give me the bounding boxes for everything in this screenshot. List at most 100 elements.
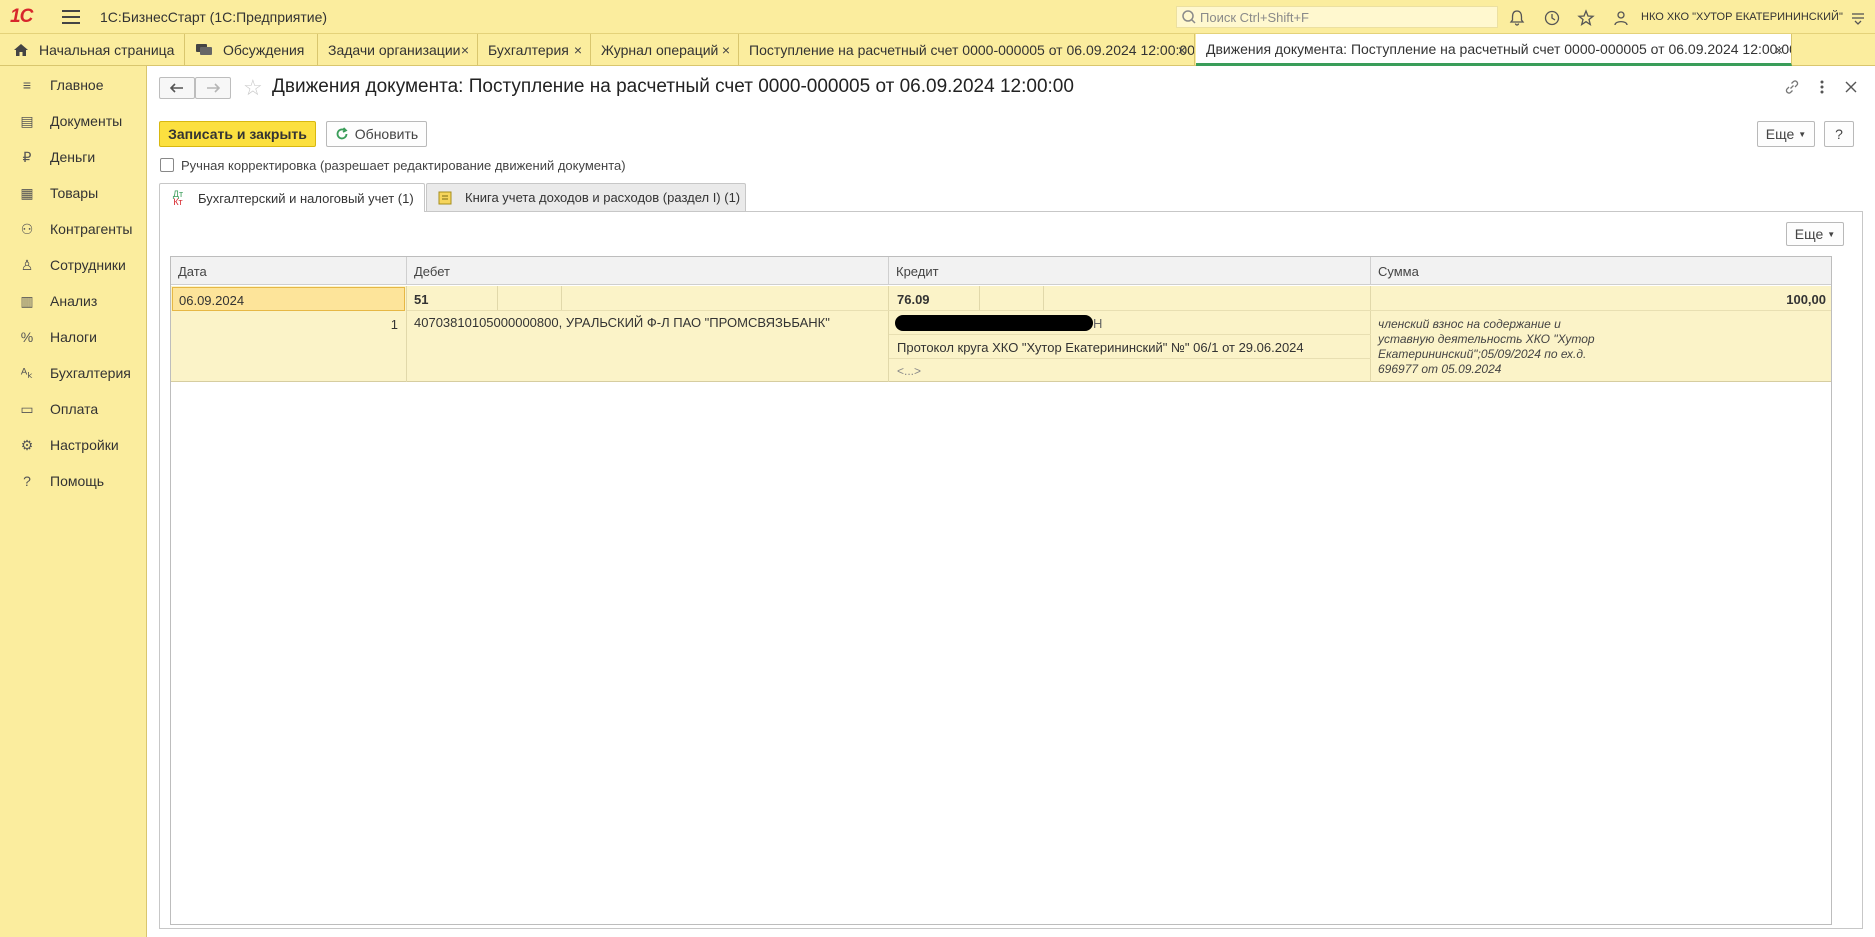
back-button[interactable] xyxy=(159,77,195,99)
forward-button[interactable] xyxy=(195,77,231,99)
organization-name[interactable]: НКО ХКО "ХУТОР ЕКАТЕРИНИНСКИЙ" xyxy=(1641,11,1843,23)
employee-icon: ♙ xyxy=(20,256,34,273)
open-tabs-bar: Начальная страница Обсуждения Задачи орг… xyxy=(0,34,1875,66)
refresh-icon xyxy=(336,127,348,140)
cell-debit-account[interactable]: 51 xyxy=(414,292,428,307)
bell-icon[interactable] xyxy=(1508,9,1526,27)
column-header-credit[interactable]: Кредит xyxy=(889,257,1371,285)
menu-lines-icon: ≡ xyxy=(22,77,32,93)
users-icon[interactable] xyxy=(1612,9,1630,27)
tab-bank-receipt[interactable]: Поступление на расчетный счет 0000-00000… xyxy=(739,34,1195,66)
manual-edit-label[interactable]: Ручная корректировка (разрешает редактир… xyxy=(181,158,626,173)
sidebar-item-goods[interactable]: ▦ Товары xyxy=(0,175,147,211)
close-icon[interactable]: × xyxy=(1178,42,1186,58)
tab-income-expense-book[interactable]: Книга учета доходов и расходов (раздел I… xyxy=(426,183,746,211)
sidebar-item-taxes[interactable]: % Налоги xyxy=(0,319,147,355)
close-icon[interactable]: × xyxy=(722,42,730,58)
home-icon xyxy=(14,44,28,56)
history-icon[interactable] xyxy=(1543,9,1561,27)
documents-icon: ▤ xyxy=(20,112,34,129)
chevron-down-icon: ▼ xyxy=(1798,129,1807,139)
tab-discussions[interactable]: Обсуждения xyxy=(185,34,318,66)
sidebar-item-money[interactable]: ₽ Деньги xyxy=(0,139,147,175)
book-icon xyxy=(438,191,452,204)
sidebar-item-analysis[interactable]: ▥ Анализ xyxy=(0,283,147,319)
column-divider xyxy=(406,286,407,382)
cell-content-note[interactable]: членский взнос на содержание и уставную … xyxy=(1378,317,1618,377)
discussions-icon xyxy=(196,44,212,55)
search-input[interactable]: Поиск Ctrl+Shift+F xyxy=(1176,6,1498,28)
favorite-star-icon[interactable]: ☆ xyxy=(243,75,263,101)
grid-more-button[interactable]: Еще ▼ xyxy=(1786,222,1844,246)
cell-credit-subconto-1[interactable]: Н xyxy=(1093,316,1102,331)
postings-table[interactable]: Дата Дебет Кредит Сумма 06.09.2024 1 51 … xyxy=(170,256,1832,925)
sidebar-item-help[interactable]: ? Помощь xyxy=(0,463,147,499)
sidebar-item-counterparties[interactable]: ⚇ Контрагенты xyxy=(0,211,147,247)
sidebar-item-label: Настройки xyxy=(50,437,119,453)
sidebar-item-employees[interactable]: ♙ Сотрудники xyxy=(0,247,147,283)
close-icon[interactable]: × xyxy=(461,42,469,58)
help-button[interactable]: ? xyxy=(1824,121,1854,147)
cell-credit-account[interactable]: 76.09 xyxy=(897,292,930,307)
tab-label: Бухгалтерия xyxy=(488,42,569,58)
arrow-right-icon xyxy=(207,83,220,93)
sidebar-item-label: Бухгалтерия xyxy=(50,365,131,381)
sections-sidebar: ≡ Главное ▤ Документы ₽ Деньги ▦ Товары ⚇ Кон… xyxy=(0,66,147,937)
favorites-star-icon[interactable] xyxy=(1577,9,1595,27)
tab-accounting[interactable]: Бухгалтерия × xyxy=(478,34,591,66)
sidebar-item-settings[interactable]: ⚙ Настройки xyxy=(0,427,147,463)
cell-row-number: 1 xyxy=(390,317,398,332)
tab-org-tasks[interactable]: Задачи организации × xyxy=(318,34,478,66)
tab-document-movements[interactable]: Движения документа: Поступление на расче… xyxy=(1196,34,1792,66)
sidebar-item-label: Документы xyxy=(50,113,123,129)
cell-sum[interactable]: 100,00 xyxy=(1471,292,1826,307)
main-menu-icon[interactable] xyxy=(62,9,80,24)
refresh-button[interactable]: Обновить xyxy=(326,121,427,147)
column-header-sum[interactable]: Сумма xyxy=(1371,257,1831,285)
column-header-date[interactable]: Дата xyxy=(171,257,407,285)
tab-operations-journal[interactable]: Журнал операций × xyxy=(591,34,739,66)
subtab-label: Книга учета доходов и расходов (раздел I… xyxy=(465,190,741,205)
close-icon[interactable]: × xyxy=(1775,42,1783,58)
tab-home[interactable]: Начальная страница xyxy=(0,34,185,66)
more-label: Еще xyxy=(1794,226,1824,242)
column-divider xyxy=(561,286,562,310)
link-icon[interactable] xyxy=(1783,78,1801,96)
sidebar-item-payment[interactable]: ▭ Оплата xyxy=(0,391,147,427)
cell-credit-subconto-3[interactable]: <...> xyxy=(897,364,921,378)
tab-accounting-tax[interactable]: Дт Кт Бухгалтерский и налоговый учет (1) xyxy=(159,183,425,212)
sidebar-item-label: Товары xyxy=(50,185,99,201)
refresh-label: Обновить xyxy=(354,126,419,142)
document-form: ☆ Движения документа: Поступление на рас… xyxy=(148,66,1875,937)
tab-label: Начальная страница xyxy=(39,42,175,58)
more-vertical-icon[interactable] xyxy=(1817,78,1827,96)
save-and-close-button[interactable]: Записать и закрыть xyxy=(159,121,316,147)
column-header-debit[interactable]: Дебет xyxy=(407,257,889,285)
debit-credit-icon: ᴬₖ xyxy=(20,364,34,381)
settings-menu-icon[interactable] xyxy=(1849,9,1867,27)
payment-card-icon: ▭ xyxy=(20,400,34,417)
sidebar-item-documents[interactable]: ▤ Документы xyxy=(0,103,147,139)
sidebar-item-accounting[interactable]: ᴬₖ Бухгалтерия xyxy=(0,355,147,391)
analysis-chart-icon: ▥ xyxy=(20,292,34,309)
cell-credit-subconto-2[interactable]: Протокол круга ХКО "Хутор Екатерининский… xyxy=(897,340,1304,355)
close-icon[interactable]: × xyxy=(574,42,582,58)
percent-icon: % xyxy=(20,329,34,345)
sidebar-item-label: Оплата xyxy=(50,401,99,417)
search-icon xyxy=(1182,10,1196,24)
tab-label: Обсуждения xyxy=(223,42,305,58)
cell-debit-subconto-1[interactable]: 40703810105000000800, УРАЛЬСКИЙ Ф-Л ПАО … xyxy=(414,315,830,330)
sidebar-item-label: Помощь xyxy=(50,473,105,489)
row-divider xyxy=(889,334,1371,335)
cell-date[interactable]: 06.09.2024 xyxy=(172,287,405,311)
sidebar-item-main[interactable]: ≡ Главное xyxy=(0,67,147,103)
close-form-icon[interactable] xyxy=(1844,78,1858,96)
subtab-label: Бухгалтерский и налоговый учет (1) xyxy=(198,190,414,206)
ruble-icon: ₽ xyxy=(22,148,32,165)
movements-panel: Еще ▼ Дата Дебет Кредит Сумма 06.09.2024… xyxy=(159,211,1863,929)
more-actions-button[interactable]: Еще ▼ xyxy=(1757,121,1815,147)
tab-label: Поступление на расчетный счет 0000-00000… xyxy=(749,42,1195,58)
app-logo[interactable]: 1С xyxy=(10,6,44,28)
manual-edit-checkbox[interactable] xyxy=(160,158,174,172)
redacted-area xyxy=(895,315,1093,331)
